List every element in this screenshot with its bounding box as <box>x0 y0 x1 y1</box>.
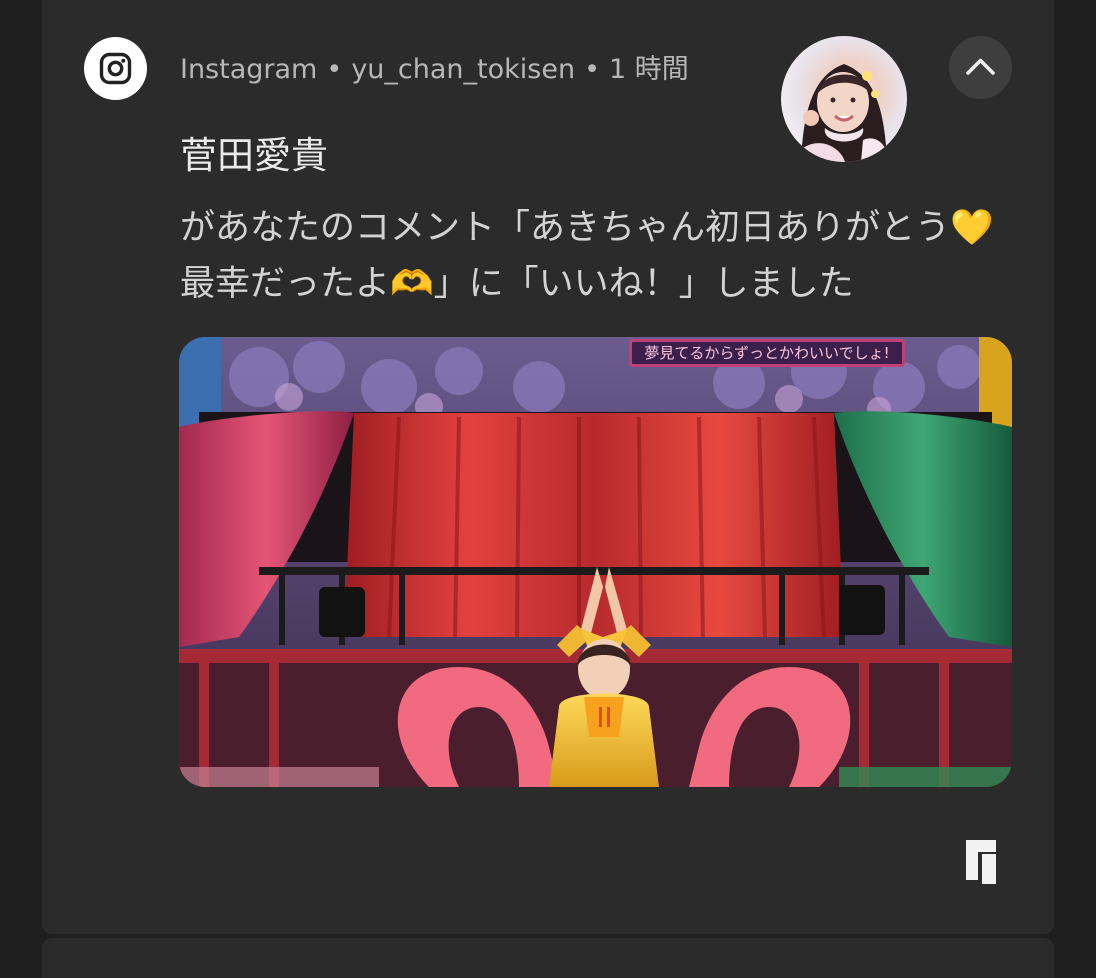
photo-caption: 夢見てるからずっとかわいいでしょ! <box>629 339 905 367</box>
app-logo-icon <box>966 840 996 884</box>
chevron-up-icon <box>966 58 995 75</box>
next-notification-card[interactable] <box>42 938 1054 978</box>
notification-header: Instagram • yu_chan_tokisen • 1 時間 <box>180 50 689 90</box>
instagram-icon <box>84 37 147 100</box>
avatar <box>781 36 907 162</box>
notification-body: があなたのコメント「あきちゃん初日ありがとう💛最幸だったよ🫶」に「いいね！」しま… <box>180 208 994 304</box>
separator-dot: • <box>326 54 343 85</box>
separator-dot: • <box>584 54 600 85</box>
notification-title: 菅田愛貴 <box>180 134 328 177</box>
notification-image[interactable]: 夢見てるからずっとかわいいでしょ! <box>179 337 1012 787</box>
app-name: Instagram <box>180 54 318 85</box>
timestamp: 1 時間 <box>609 54 689 85</box>
account-name: yu_chan_tokisen <box>351 54 576 85</box>
collapse-button[interactable] <box>949 36 1012 99</box>
